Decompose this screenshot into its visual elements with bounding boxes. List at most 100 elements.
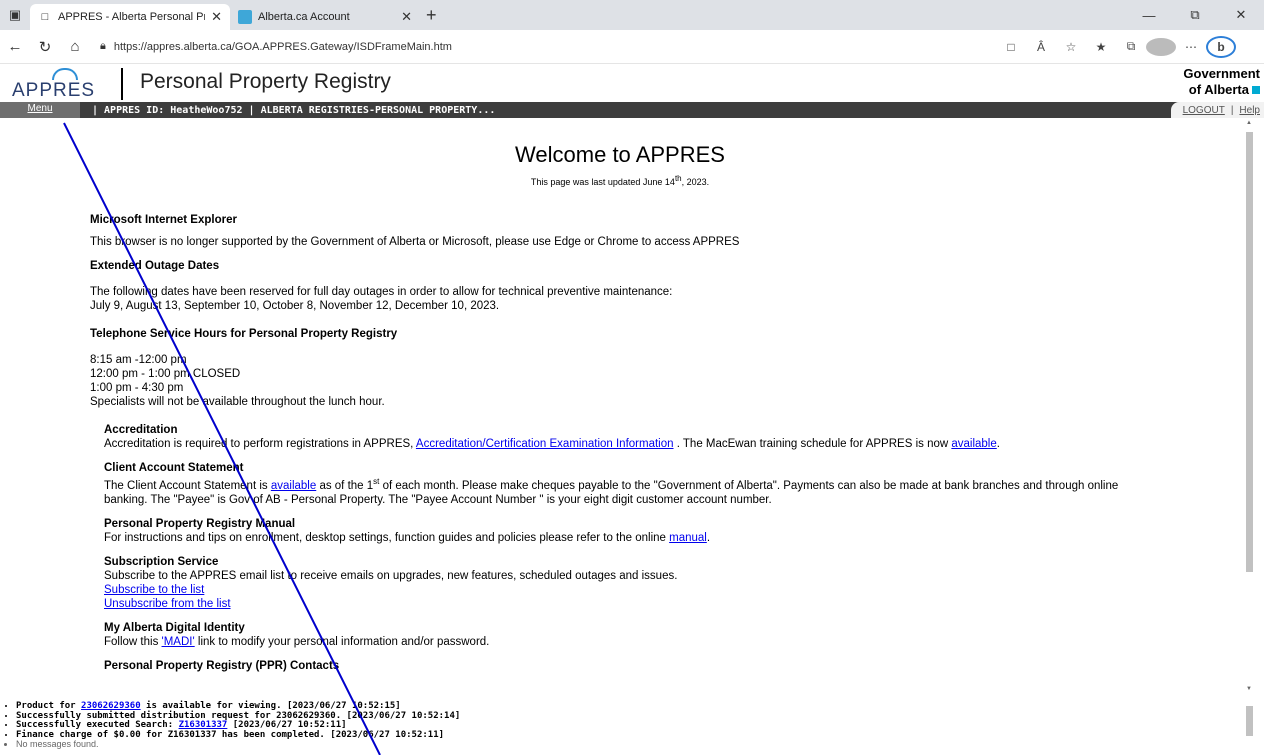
separator: | (1230, 104, 1234, 116)
section-title: Microsoft Internet Explorer (90, 214, 237, 226)
url-text: https://appres.alberta.ca/GOA.APPRES.Gat… (113, 40, 452, 53)
refresh-icon[interactable]: ↻ (30, 32, 60, 62)
new-tab-button[interactable]: + (426, 5, 437, 26)
read-aloud-icon[interactable]: Â (1026, 40, 1056, 54)
statement-available-link[interactable]: available (271, 480, 316, 492)
help-link[interactable]: Help (1239, 105, 1260, 116)
alberta-favicon-icon (238, 10, 252, 24)
text-span: Accreditation is required to perform reg… (104, 438, 416, 450)
tab-actions-icon[interactable]: ▣ (0, 0, 30, 30)
collections-icon[interactable]: ⧉ (1116, 39, 1146, 54)
logo-arc-icon (52, 68, 78, 80)
notice-sections: Microsoft Internet Explorer This browser… (90, 213, 1164, 673)
msg-text: No messages found. (16, 739, 99, 749)
text-span: Follow this (104, 635, 162, 648)
section-title: My Alberta Digital Identity (104, 621, 245, 634)
section-madi: My Alberta Digital Identity Follow this … (104, 621, 1164, 649)
section-text: The following dates have been reserved f… (90, 285, 1164, 313)
section-text: The Client Account Statement is availabl… (104, 475, 1164, 507)
subscribe-link[interactable]: Subscribe to the list (104, 584, 204, 596)
gov-line1: Government (1183, 66, 1260, 81)
training-schedule-link[interactable]: available (951, 438, 996, 450)
section-text: 8:15 am -12:00 pm 12:00 pm - 1:00 pm CLOS… (90, 353, 1164, 409)
minimize-icon[interactable]: — (1126, 0, 1172, 30)
appres-id-info: | APPRES ID: HeatheWoo752 | ALBERTA REGI… (92, 104, 496, 116)
phone-line: 8:15 am -12:00 pm (90, 354, 187, 366)
back-icon[interactable]: ← (0, 32, 30, 62)
section-phone: Telephone Service Hours for Personal Pro… (90, 327, 1164, 409)
appres-logo: APPRES (12, 68, 112, 102)
page-icon: □ (41, 11, 49, 23)
updated-prefix: This page was last updated June 14 (530, 177, 675, 187)
section-outage: Extended Outage Dates The following date… (90, 259, 1164, 313)
menu-bar: Menu | APPRES ID: HeatheWoo752 | ALBERTA… (0, 102, 1264, 118)
madi-link[interactable]: 'MADI' (162, 636, 195, 648)
more-icon[interactable]: ⋯ (1176, 40, 1206, 54)
section-title: Client Account Statement (104, 462, 244, 474)
text-span: as of the 1 (316, 479, 374, 492)
section-title: Subscription Service (104, 555, 219, 568)
message-scrollbar[interactable] (1244, 692, 1254, 755)
tab-alberta-account[interactable]: Alberta.ca Account ✕ (230, 4, 420, 30)
logo-text: APPRES (12, 80, 96, 101)
accreditation-link[interactable]: Accreditation/Certification Examination … (416, 438, 674, 450)
gov-line2: of Alberta (1188, 82, 1249, 97)
phone-line: 1:00 pm - 4:30 pm (90, 382, 184, 394)
app-header: APPRES Personal Property Registry Govern… (0, 64, 1264, 102)
window-controls: — ⧉ ✕ (1126, 0, 1264, 30)
msg-text: Product for (16, 701, 82, 711)
menu-button[interactable]: Menu (0, 102, 80, 118)
scroll-thumb[interactable] (1246, 132, 1253, 572)
section-title: Personal Property Registry Manual (104, 517, 296, 530)
scroll-thumb[interactable] (1246, 706, 1253, 736)
message-list: Product for 23062629360 is available for… (0, 692, 1240, 755)
section-manual: Personal Property Registry Manual For in… (104, 517, 1164, 545)
scroll-up-icon[interactable]: ▲ (1244, 120, 1254, 126)
content-scrollbar[interactable]: ▲ ▼ (1244, 120, 1254, 692)
section-ie: Microsoft Internet Explorer This browser… (90, 213, 1164, 249)
phone-line: Specialists will not be available throug… (90, 396, 385, 408)
product-link[interactable]: 23062629360 (81, 701, 141, 711)
msg-text: Successfully submitted distribution requ… (16, 710, 461, 721)
app-install-icon[interactable]: □ (996, 40, 1026, 54)
close-icon[interactable]: ✕ (401, 9, 412, 25)
page-title: Personal Property Registry (140, 70, 391, 93)
logout-link[interactable]: LOGOUT (1183, 105, 1225, 116)
tab-label: Alberta.ca Account (258, 11, 350, 23)
header-divider (121, 68, 123, 100)
tab-appres[interactable]: □ APPRES - Alberta Personal Prope ✕ (30, 4, 230, 30)
favorites-icon[interactable]: ★ (1086, 40, 1116, 54)
bing-icon[interactable]: b (1206, 35, 1236, 58)
text-span: For instructions and tips on enrollment,… (104, 531, 670, 544)
text-span: . The MacEwan training schedule for APPR… (673, 438, 952, 450)
section-text: For instructions and tips on enrollment,… (104, 531, 1164, 545)
window-close-icon[interactable]: ✕ (1218, 0, 1264, 30)
text-span: link to modify your personal information… (194, 635, 490, 648)
unsubscribe-link[interactable]: Unsubscribe from the list (104, 598, 231, 610)
close-icon[interactable]: ✕ (211, 9, 222, 25)
section-text: This browser is no longer supported by t… (90, 236, 740, 248)
gov-square-icon (1252, 86, 1260, 94)
address-bar: ← ↻ ⌂ 🔒︎ https://appres.alberta.ca/GOA.A… (0, 30, 1264, 64)
home-icon[interactable]: ⌂ (60, 32, 90, 62)
section-title: Extended Outage Dates (90, 260, 220, 272)
profile-avatar[interactable] (1146, 37, 1176, 56)
favorite-star-icon[interactable]: ☆ (1056, 40, 1086, 54)
manual-link[interactable]: manual (669, 532, 707, 544)
section-ppr-contacts: Personal Property Registry (PPR) Contact… (104, 659, 1164, 673)
outage-line1: The following dates have been reserved f… (90, 286, 673, 298)
lock-icon: 🔒︎ (100, 40, 106, 52)
text-span: . (996, 438, 1000, 450)
gov-alberta-logo: Government of Alberta (1183, 66, 1260, 98)
restore-icon[interactable]: ⧉ (1172, 0, 1218, 30)
phone-line: 12:00 pm - 1:00 pm CLOSED (90, 368, 241, 380)
browser-tabbar: ▣ □ APPRES - Alberta Personal Prope ✕ Al… (0, 0, 1264, 30)
search-link[interactable]: Z16301337 (179, 720, 228, 730)
section-subscription: Subscription Service Subscribe to the AP… (104, 555, 1164, 611)
url-field[interactable]: 🔒︎ https://appres.alberta.ca/GOA.APPRES.… (100, 40, 980, 53)
msg-text: [2023/06/27 10:52:11] (227, 720, 347, 730)
text-span: . (706, 531, 711, 544)
main-content: Welcome to APPRES This page was last upd… (0, 118, 1240, 692)
outage-line2: July 9, August 13, September 10, October… (90, 300, 500, 312)
section-text: Subscribe to the APPRES email list to re… (104, 569, 678, 582)
